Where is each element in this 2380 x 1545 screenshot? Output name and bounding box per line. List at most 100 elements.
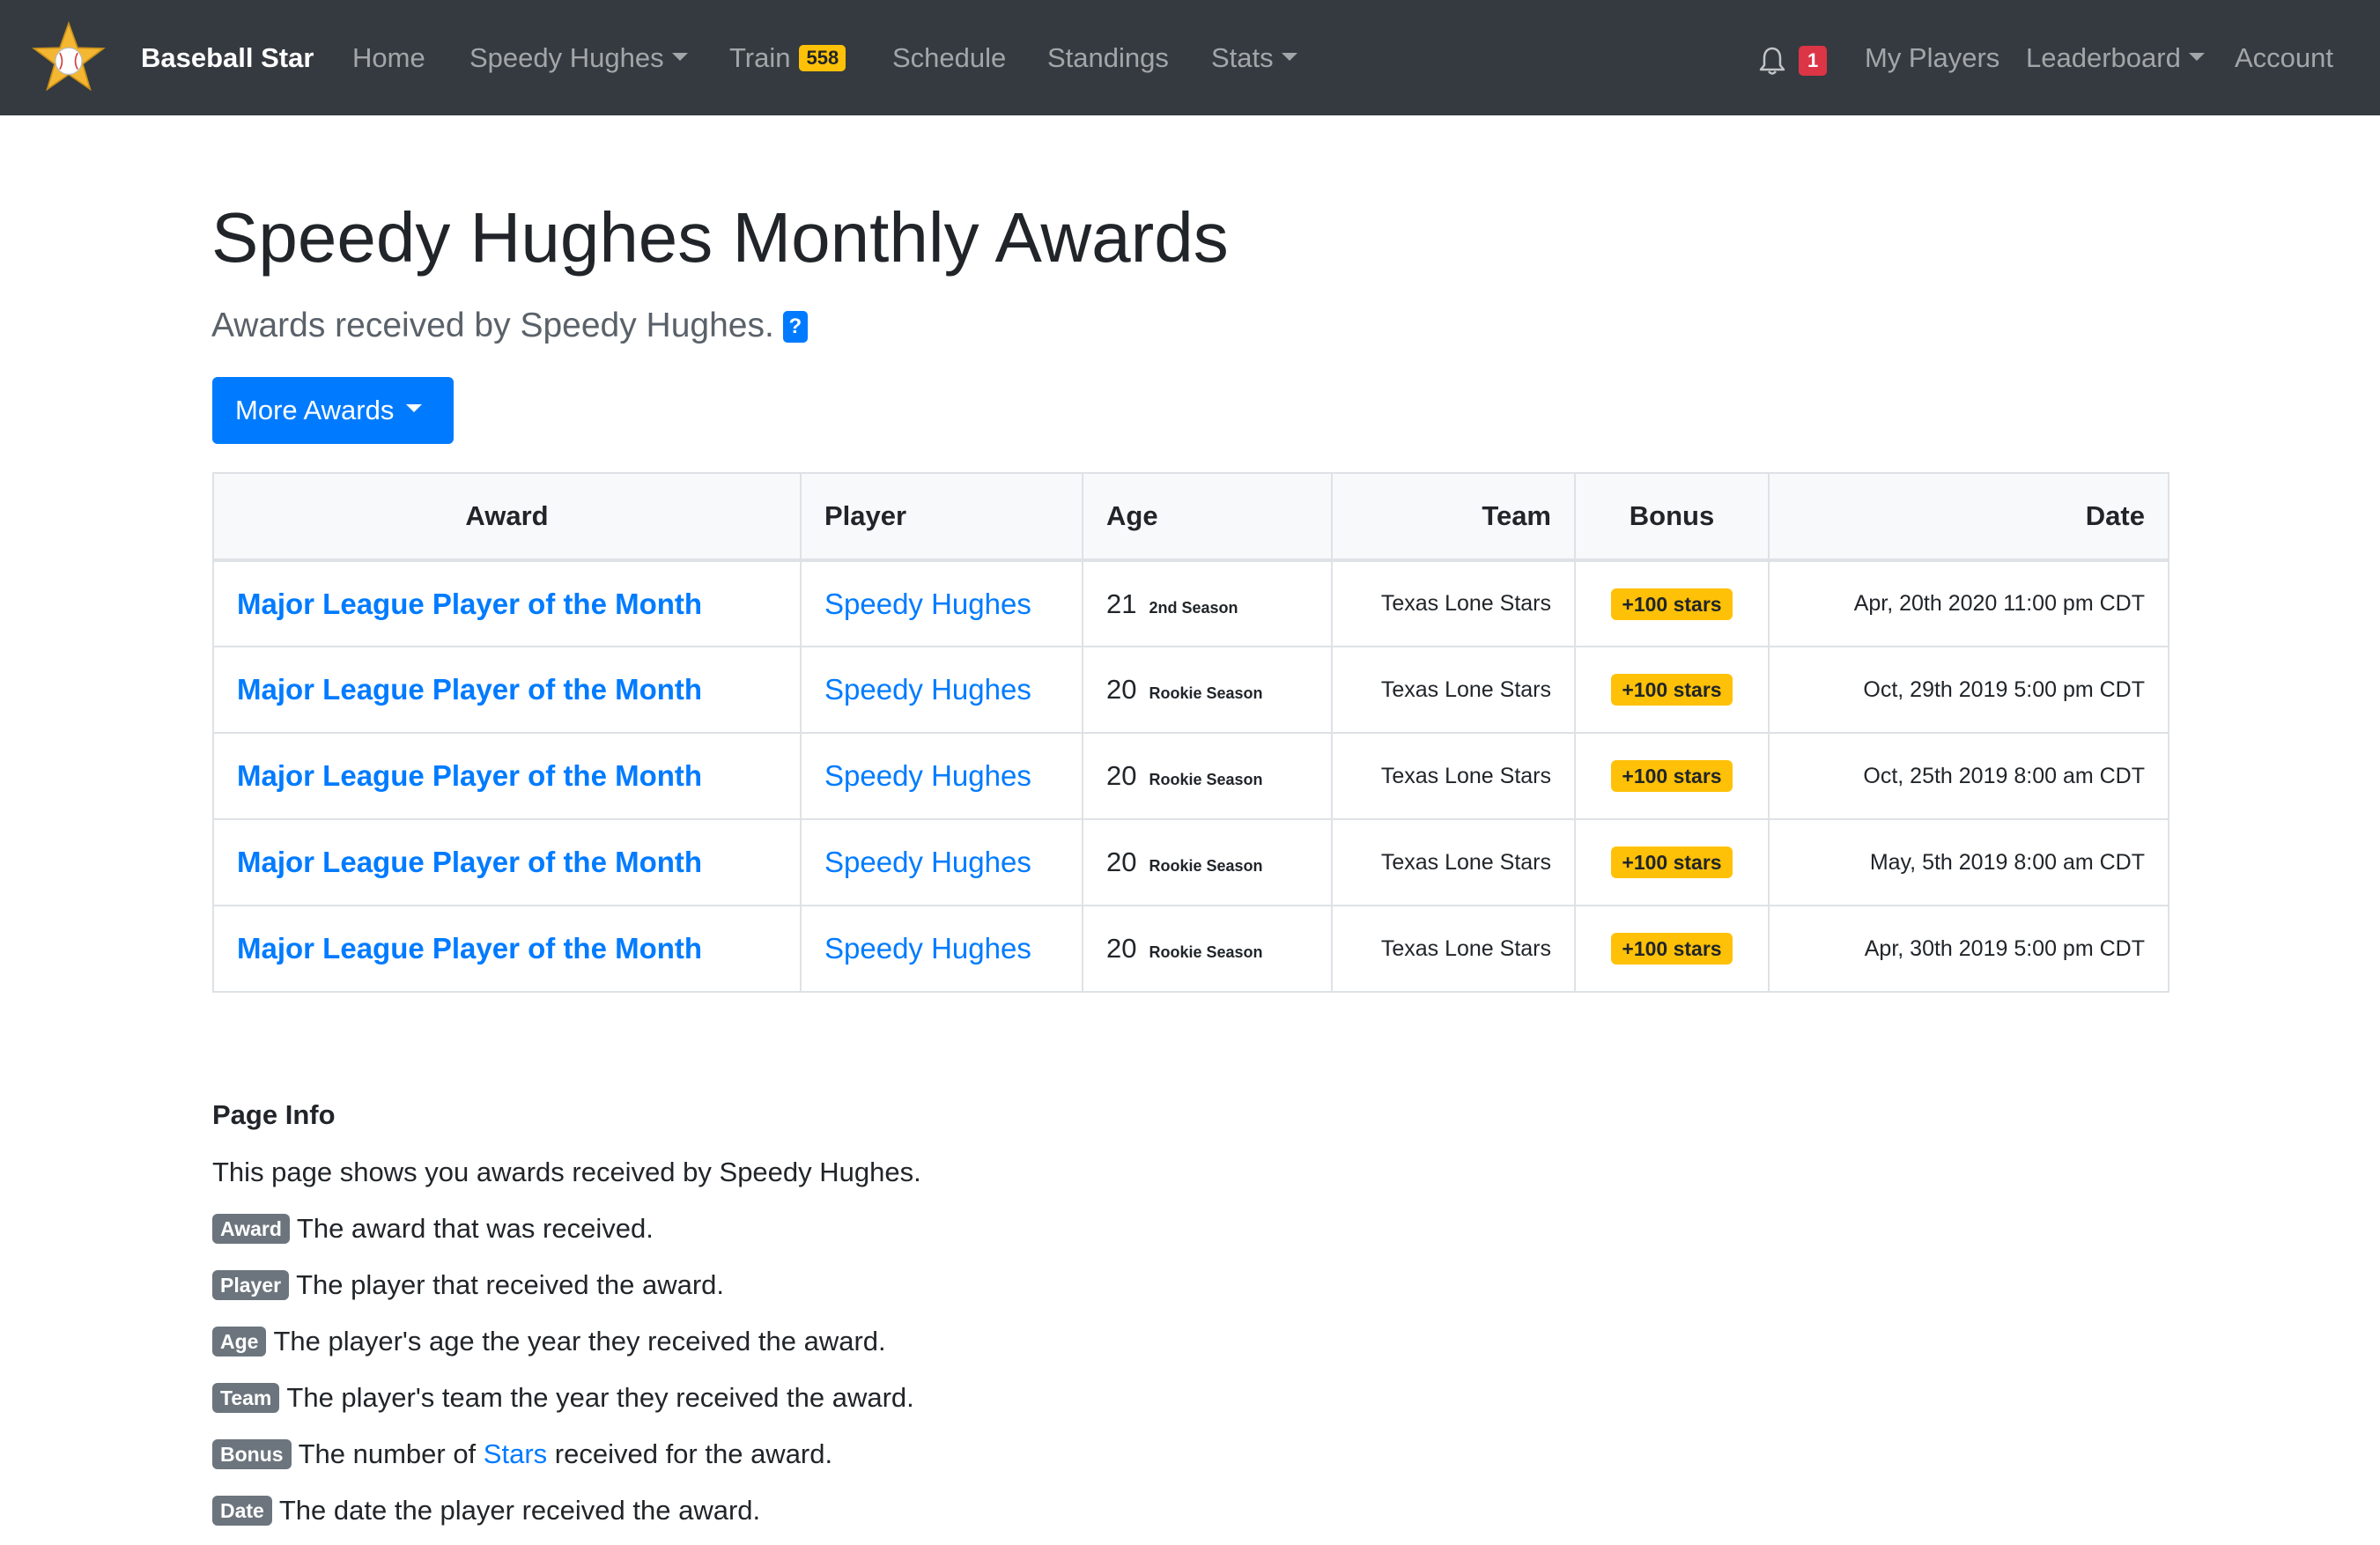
column-header-date[interactable]: Date [1768,472,2169,562]
age-cell: 20 Rookie Season [1082,646,1333,734]
nav-leaderboard[interactable]: Leaderboard [2026,35,2205,81]
player-link[interactable]: Speedy Hughes [824,759,1031,792]
table-row: Major League Player of the Month Speedy … [212,732,2169,820]
train-count-badge: 558 [799,45,846,71]
nav-train[interactable]: Train 558 [729,35,846,81]
age-value: 20 [1106,846,1137,877]
page-info-item: Player The player that received the award… [212,1262,724,1308]
date-value: May, 5th 2019 8:00 am CDT [1869,849,2145,875]
season-label: Rookie Season [1149,771,1263,788]
award-cell: Major League Player of the Month [212,732,802,820]
bonus-cell: +100 stars [1574,559,1770,647]
nav-account[interactable]: Account [2235,35,2333,81]
nav-leaderboard-label: Leaderboard [2026,42,2181,73]
bonus-cell: +100 stars [1574,646,1770,734]
date-cell: Apr, 20th 2020 11:00 pm CDT [1768,559,2169,647]
page-info-item: Team The player's team the year they rece… [212,1375,914,1421]
age-cell: 21 2nd Season [1082,559,1333,647]
top-navbar: Baseball Star Home Speedy Hughes Train 55… [0,0,2380,115]
info-text: The player's team the year they received… [286,1382,914,1413]
award-cell: Major League Player of the Month [212,646,802,734]
award-cell: Major League Player of the Month [212,818,802,906]
player-link[interactable]: Speedy Hughes [824,673,1031,706]
nav-train-label: Train [729,42,791,73]
team-name: Texas Lone Stars [1380,849,1551,875]
nav-stats[interactable]: Stats [1211,35,1297,81]
info-text: The player that received the award. [296,1269,724,1300]
team-name: Texas Lone Stars [1380,763,1551,788]
chevron-down-icon [671,53,688,62]
date-value: Oct, 25th 2019 8:00 am CDT [1863,763,2145,788]
more-awards-button[interactable]: More Awards [212,377,454,444]
team-name: Texas Lone Stars [1380,676,1551,702]
player-cell: Speedy Hughes [800,905,1083,993]
player-link[interactable]: Speedy Hughes [824,588,1031,620]
info-badge-date: Date [212,1496,272,1526]
bonus-badge: +100 stars [1611,588,1733,620]
award-link[interactable]: Major League Player of the Month [237,846,702,878]
team-name: Texas Lone Stars [1380,935,1551,961]
award-link[interactable]: Major League Player of the Month [237,759,702,792]
column-header-age[interactable]: Age [1082,472,1333,562]
award-link[interactable]: Major League Player of the Month [237,588,702,620]
player-cell: Speedy Hughes [800,732,1083,820]
help-icon[interactable]: ? [782,311,808,343]
notification-count-badge[interactable]: 1 [1799,46,1828,76]
page-info-item: Date The date the player received the awa… [212,1488,760,1534]
info-text: The award that was received. [296,1213,654,1244]
nav-schedule[interactable]: Schedule [892,35,1006,81]
column-header-award[interactable]: Award [212,472,802,562]
player-link[interactable]: Speedy Hughes [824,846,1031,878]
date-value: Apr, 30th 2019 5:00 pm CDT [1864,935,2145,961]
bonus-badge: +100 stars [1611,674,1733,706]
season-label: Rookie Season [1149,943,1263,961]
age-cell: 20 Rookie Season [1082,732,1333,820]
brand-name[interactable]: Baseball Star [141,35,314,81]
chevron-down-icon [1281,53,1297,62]
award-link[interactable]: Major League Player of the Month [237,932,702,965]
star-baseball-logo-icon[interactable] [32,21,106,95]
stars-link[interactable]: Stars [484,1438,547,1469]
info-badge-bonus: Bonus [212,1439,292,1469]
info-text: The date the player received the award. [278,1495,761,1526]
table-row: Major League Player of the Month Speedy … [212,818,2169,906]
column-header-bonus[interactable]: Bonus [1574,472,1770,562]
page-info-item: Bonus The number of Stars received for th… [212,1431,832,1477]
column-header-team[interactable]: Team [1331,472,1576,562]
date-cell: May, 5th 2019 8:00 am CDT [1768,818,2169,906]
subtitle-text: Awards received by Speedy Hughes. [211,307,774,344]
nav-player-menu-label: Speedy Hughes [469,42,664,73]
bonus-badge: +100 stars [1611,760,1733,792]
date-cell: Oct, 29th 2019 5:00 pm CDT [1768,646,2169,734]
page-info-item: Award The award that was received. [212,1206,654,1252]
age-value: 20 [1106,674,1137,705]
info-badge-award: Award [212,1214,290,1244]
age-cell: 20 Rookie Season [1082,818,1333,906]
info-badge-age: Age [212,1327,267,1356]
season-label: 2nd Season [1149,598,1238,617]
team-cell: Texas Lone Stars [1331,646,1576,734]
season-label: Rookie Season [1149,684,1263,702]
team-cell: Texas Lone Stars [1331,559,1576,647]
awards-table: Award Player Age Team Bonus Date Major L… [212,472,2169,993]
date-value: Apr, 20th 2020 11:00 pm CDT [1853,591,2145,616]
nav-player-menu[interactable]: Speedy Hughes [469,35,688,81]
nav-standings[interactable]: Standings [1047,35,1169,81]
bell-icon[interactable] [1758,46,1786,76]
award-link[interactable]: Major League Player of the Month [237,673,702,706]
nav-my-players[interactable]: My Players [1865,35,1999,81]
page-info-item: Age The player's age the year they receiv… [212,1319,886,1364]
page-info-heading: Page Info [212,1099,336,1130]
info-badge-player: Player [212,1270,290,1300]
age-cell: 20 Rookie Season [1082,905,1333,993]
bonus-badge: +100 stars [1611,933,1733,965]
chevron-down-icon [406,404,423,413]
column-header-player[interactable]: Player [800,472,1083,562]
bonus-cell: +100 stars [1574,905,1770,993]
nav-home[interactable]: Home [352,35,425,81]
player-cell: Speedy Hughes [800,646,1083,734]
player-link[interactable]: Speedy Hughes [824,932,1031,965]
table-row: Major League Player of the Month Speedy … [212,905,2169,993]
table-row: Major League Player of the Month Speedy … [212,559,2169,647]
date-cell: Oct, 25th 2019 8:00 am CDT [1768,732,2169,820]
